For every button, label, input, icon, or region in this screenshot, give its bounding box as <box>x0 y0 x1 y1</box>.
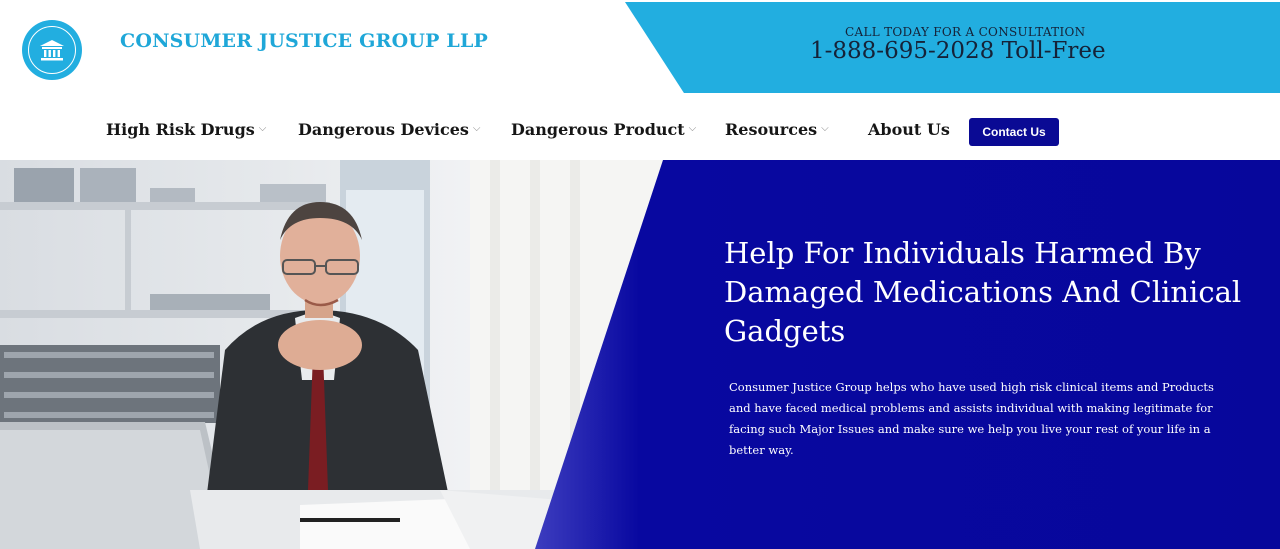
site-header: CONSUMER JUSTICE GROUP LLP CALL TODAY FO… <box>0 0 1280 100</box>
hero-section: Help For Individuals Harmed By Damaged M… <box>0 160 1280 549</box>
nav-item-dangerous-product[interactable]: Dangerous Product ⌵ <box>511 120 696 139</box>
courthouse-icon <box>40 40 64 61</box>
nav-item-label: High Risk Drugs <box>106 120 255 139</box>
cta-heading: CALL TODAY FOR A CONSULTATION <box>845 25 1086 39</box>
nav-item-label: Dangerous Devices <box>298 120 469 139</box>
main-nav: High Risk Drugs ⌵ Dangerous Devices ⌵ Da… <box>0 100 1280 160</box>
hero-blue-panel <box>535 160 1280 549</box>
nav-item-label: Dangerous Product <box>511 120 685 139</box>
chevron-down-icon: ⌵ <box>688 123 697 134</box>
brand-name[interactable]: CONSUMER JUSTICE GROUP LLP <box>120 30 488 52</box>
chevron-down-icon: ⌵ <box>258 123 267 134</box>
contact-us-button[interactable]: Contact Us <box>969 118 1059 146</box>
chevron-down-icon: ⌵ <box>821 123 829 134</box>
cta-phone[interactable]: 1-888-695-2028 Toll-Free <box>810 38 1106 64</box>
nav-item-label: About Us <box>868 120 950 139</box>
logo-ring <box>28 26 76 74</box>
nav-item-resources[interactable]: Resources ⌵ <box>725 120 829 139</box>
nav-item-dangerous-devices[interactable]: Dangerous Devices ⌵ <box>298 120 481 139</box>
hero-description: Consumer Justice Group helps who have us… <box>729 380 1214 457</box>
nav-item-label: Resources <box>725 120 818 139</box>
logo[interactable] <box>22 20 82 80</box>
hero-title: Help For Individuals Harmed By Damaged M… <box>724 236 1242 348</box>
nav-item-high-risk-drugs[interactable]: High Risk Drugs ⌵ <box>106 120 266 139</box>
chevron-down-icon: ⌵ <box>472 123 481 134</box>
nav-item-about-us[interactable]: About Us <box>868 120 950 139</box>
